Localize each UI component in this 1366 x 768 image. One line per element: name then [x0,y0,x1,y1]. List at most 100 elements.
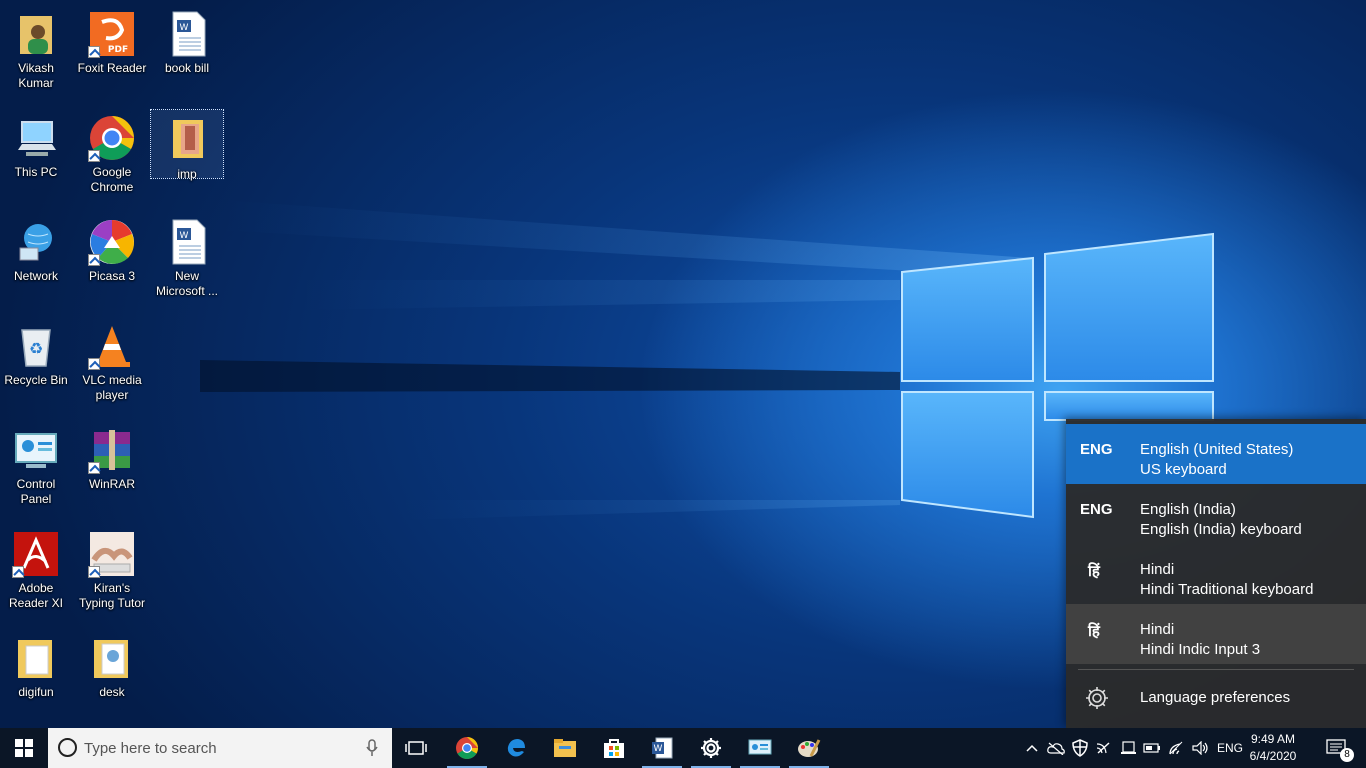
svg-text:PDF: PDF [108,45,128,55]
language-item-hindi-indic[interactable]: हिं Hindi Hindi Indic Input 3 [1066,604,1366,664]
clock[interactable]: 9:49 AM 6/4/2020 [1248,731,1298,765]
battery-icon [1143,743,1160,753]
cloud-offline-icon [1047,742,1065,755]
shortcut-arrow-icon [88,358,100,370]
tray-onedrive[interactable] [1045,728,1067,768]
shortcut-arrow-icon [88,566,100,578]
desktop-icon-picasa[interactable]: Picasa 3 [76,212,148,308]
desktop-icon-digifun[interactable]: digifun [0,628,72,724]
desktop-icon-recycle-bin[interactable]: ♻ Recycle Bin [0,316,72,412]
task-view-icon [405,741,427,755]
taskbar-chrome[interactable] [443,728,491,768]
taskbar-word[interactable]: W [638,728,686,768]
language-code: हिं [1088,623,1100,640]
speaker-icon [1192,741,1208,755]
desktop-icon-foxit-reader[interactable]: PDF Foxit Reader [76,4,148,100]
shield-icon [1072,739,1088,757]
edge-icon [507,739,525,757]
desktop-icon-google-chrome[interactable]: Google Chrome [76,108,148,204]
language-name: Hindi [1140,621,1175,638]
taskbar-paint[interactable] [785,728,833,768]
desktop-icon-desk[interactable]: desk [76,628,148,724]
language-item-hindi-traditional[interactable]: हिं Hindi Hindi Traditional keyboard [1066,544,1366,604]
shortcut-arrow-icon [88,254,100,266]
clock-time: 9:49 AM [1250,732,1296,746]
microphone-icon[interactable] [366,739,378,761]
gear-icon [1084,685,1110,711]
user-folder-icon [12,10,60,58]
file-explorer-icon [554,739,576,757]
satellite-icon [1096,742,1110,754]
folder-icon [163,116,211,164]
tray-volume[interactable] [1190,728,1212,768]
language-name: English (India) [1140,501,1236,518]
start-button[interactable] [0,728,48,768]
recycle-bin-icon: ♻ [12,322,60,370]
picasa-icon [88,218,136,266]
device-icon [1121,741,1136,754]
chrome-icon [88,114,136,162]
svg-text:W: W [180,23,189,33]
desktop-icon-winrar[interactable]: WinRAR [76,420,148,516]
desktop-icon-book-bill[interactable]: W book bill [151,4,223,100]
tray-wifi[interactable] [1166,728,1188,768]
desktop-icon-adobe-reader[interactable]: Adobe Reader XI [0,524,72,620]
action-center-button[interactable]: 8 [1318,728,1366,768]
foxit-reader-icon: PDF [88,10,136,58]
word-document-icon: W [163,10,211,58]
desktop-icon-new-microsoft-word[interactable]: W New Microsoft ... [151,212,223,308]
desktop-icon-imp[interactable]: imp [150,109,224,181]
store-icon [604,739,624,758]
tray-device[interactable] [1117,728,1139,768]
taskbar-settings[interactable] [687,728,735,768]
taskbar-file-explorer[interactable] [541,728,589,768]
language-name: English (United States) [1140,441,1294,458]
settings-icon [701,738,721,758]
svg-text:♻: ♻ [29,339,43,358]
keyboard-layout: Hindi Traditional keyboard [1140,581,1314,598]
search-box[interactable]: Type here to search [48,728,392,768]
shortcut-arrow-icon [88,46,100,58]
shortcut-arrow-icon [12,566,24,578]
computer-icon [12,114,60,162]
taskbar-store[interactable] [590,728,638,768]
language-item-english-india[interactable]: ENG English (India) English (India) keyb… [1066,484,1366,544]
show-hidden-icons-button[interactable] [1022,728,1042,768]
language-item-english-us[interactable]: ENG English (United States) US keyboard [1066,424,1366,484]
svg-text:W: W [180,231,189,241]
shortcut-arrow-icon [88,150,100,162]
tray-security[interactable] [1069,728,1091,768]
desktop-icon-control-panel[interactable]: Control Panel [0,420,72,516]
word-document-icon: W [163,218,211,266]
flyout-separator [1078,669,1354,670]
language-code: ENG [1080,501,1113,518]
taskbar-edge[interactable] [492,728,540,768]
control-panel-icon [12,426,60,474]
taskbar: Type here to search W ENG 9:49 AM 6/4/20… [0,728,1366,768]
folder-icon [12,634,60,682]
task-view-button[interactable] [392,728,440,768]
language-flyout: ENG English (United States) US keyboard … [1066,419,1366,728]
tray-language[interactable]: ENG [1214,728,1246,768]
keyboard-layout: Hindi Indic Input 3 [1140,641,1261,658]
tray-bluetooth[interactable] [1093,728,1115,768]
keyboard-layout: English (India) keyboard [1140,521,1302,538]
adobe-reader-icon [12,530,60,578]
keyboard-layout: US keyboard [1140,461,1227,478]
desktop-icon-network[interactable]: Network [0,212,72,308]
desktop-icon-vikash-kumar[interactable]: Vikash Kumar [0,4,72,100]
notification-count-badge: 8 [1340,748,1354,762]
search-icon [58,738,77,757]
desktop-icon-kirans-typing-tutor[interactable]: Kiran's Typing Tutor [76,524,148,620]
clock-date: 6/4/2020 [1249,749,1297,763]
search-placeholder: Type here to search [84,740,217,757]
chrome-icon [456,737,478,759]
language-preferences-link[interactable]: Language preferences [1066,671,1366,723]
language-code: हिं [1088,563,1100,580]
tray-battery[interactable] [1141,728,1163,768]
taskbar-control-panel[interactable] [736,728,784,768]
windows-logo-icon [15,739,33,757]
desktop-icon-vlc[interactable]: VLC media player [76,316,148,412]
desktop-icon-this-pc[interactable]: This PC [0,108,72,204]
network-icon [12,218,60,266]
